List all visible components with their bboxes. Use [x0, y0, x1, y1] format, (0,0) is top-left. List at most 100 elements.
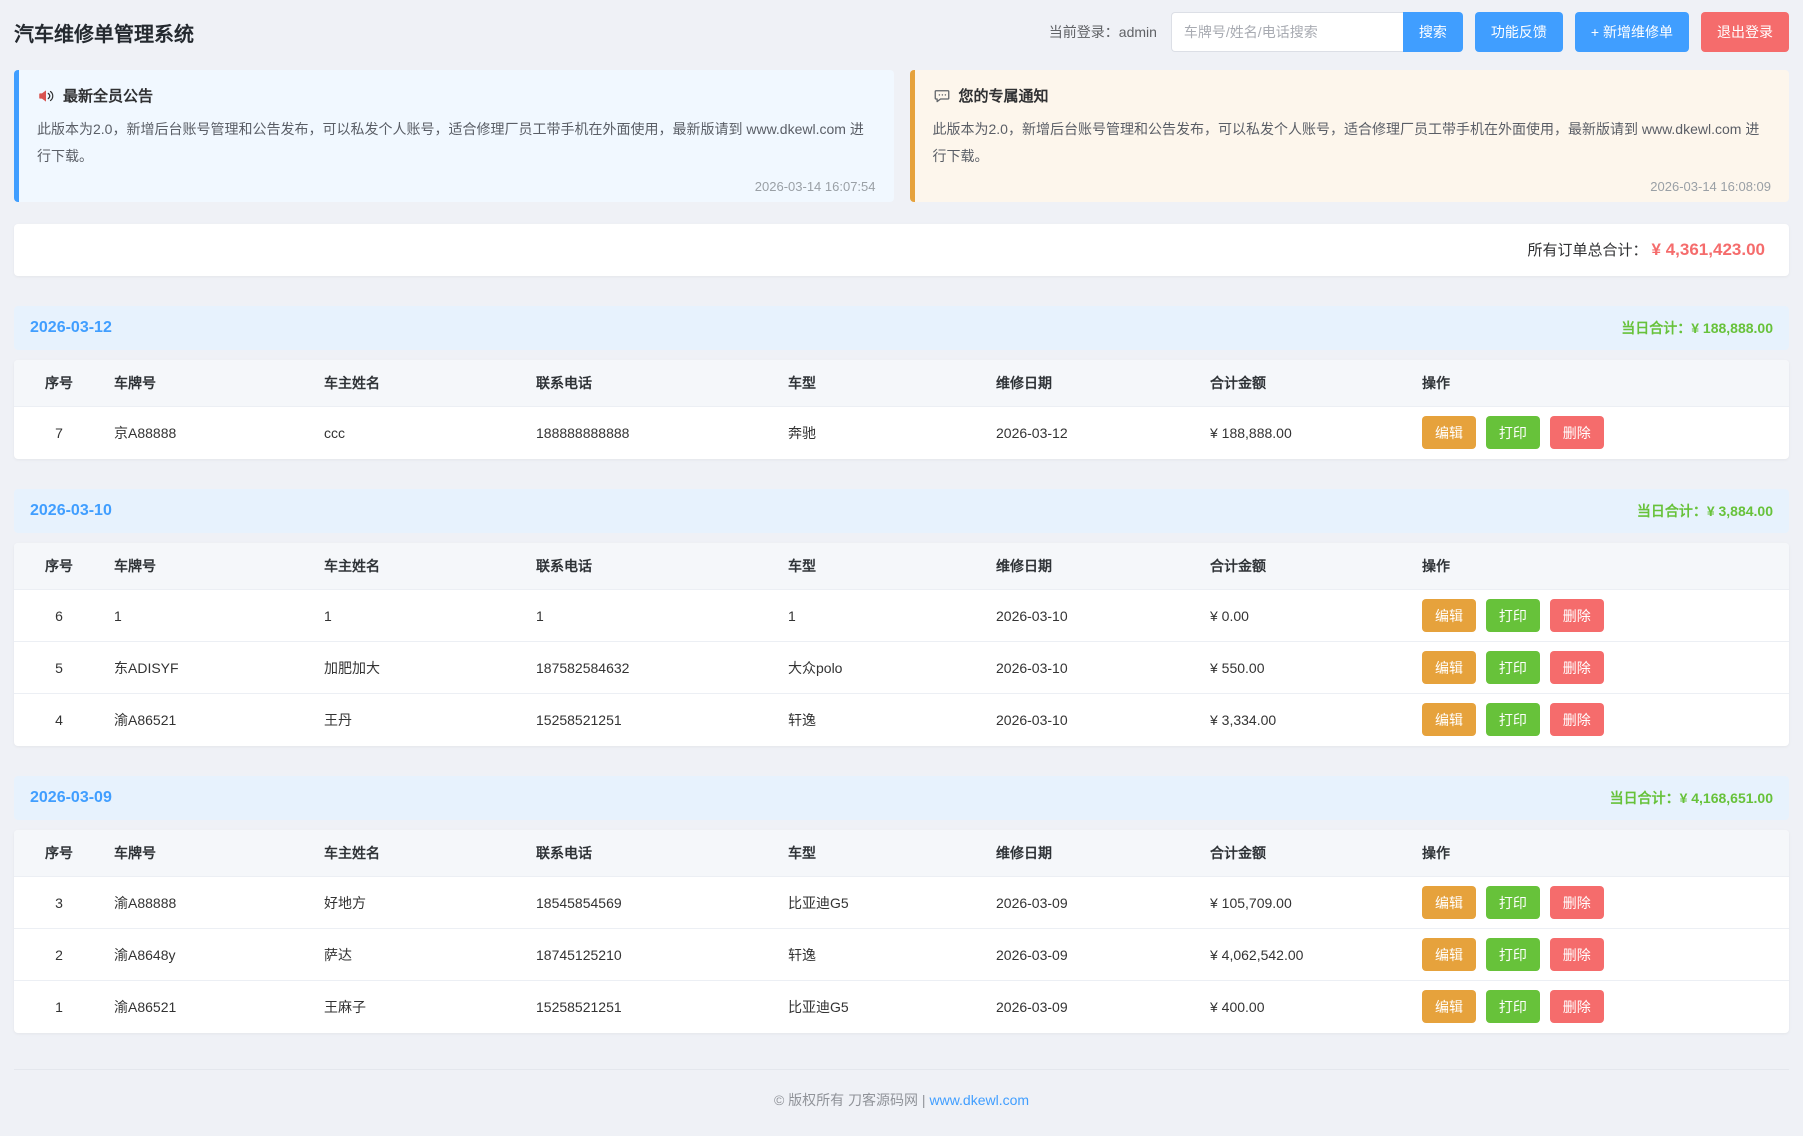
day-header: 2026-03-09 当日合计：¥ 4,168,651.00: [14, 776, 1789, 820]
day-date: 2026-03-10: [30, 502, 112, 520]
order-row: 3 渝A88888 好地方 18545854569 比亚迪G5 2026-03-…: [14, 877, 1789, 929]
search-button[interactable]: 搜索: [1403, 12, 1463, 52]
delete-button[interactable]: 删除: [1550, 886, 1604, 919]
page: 汽车维修单管理系统 当前登录：admin 搜索 功能反馈 + 新增维修单 退出登…: [0, 0, 1803, 1136]
notice-cards: 最新全员公告 此版本为2.0，新增后台账号管理和公告发布，可以私发个人账号，适合…: [14, 70, 1789, 202]
edit-button[interactable]: 编辑: [1422, 886, 1476, 919]
order-row: 7 京A88888 ccc 188888888888 奔驰 2026-03-12…: [14, 407, 1789, 459]
footer-divider: |: [918, 1092, 929, 1108]
delete-button[interactable]: 删除: [1550, 651, 1604, 684]
notice-card-personal: 您的专属通知 此版本为2.0，新增后台账号管理和公告发布，可以私发个人账号，适合…: [910, 70, 1790, 202]
logout-button[interactable]: 退出登录: [1701, 12, 1789, 52]
edit-button[interactable]: 编辑: [1422, 938, 1476, 971]
search-input[interactable]: [1171, 12, 1403, 52]
print-button[interactable]: 打印: [1486, 938, 1540, 971]
cell-amount: ¥ 550.00: [1200, 642, 1412, 694]
day-total-amount: ¥ 4,168,651.00: [1680, 790, 1773, 806]
speech-bubble-icon: [933, 87, 951, 105]
order-row: 2 渝A8648y 萨达 18745125210 轩逸 2026-03-09 ¥…: [14, 929, 1789, 981]
orders-table: 序号 车牌号 车主姓名 联系电话 车型 维修日期 合计金额 操作 3 渝A888…: [14, 830, 1789, 1033]
cell-owner: 好地方: [314, 877, 526, 929]
notice-card-announcement: 最新全员公告 此版本为2.0，新增后台账号管理和公告发布，可以私发个人账号，适合…: [14, 70, 894, 202]
cell-amount: ¥ 400.00: [1200, 981, 1412, 1033]
col-header-actions: 操作: [1412, 830, 1789, 877]
cell-plate: 渝A86521: [104, 694, 314, 746]
cell-model: 比亚迪G5: [778, 877, 986, 929]
feedback-button[interactable]: 功能反馈: [1475, 12, 1563, 52]
cell-phone: 15258521251: [526, 981, 778, 1033]
day-total: 当日合计：¥ 188,888.00: [1621, 318, 1773, 338]
col-header-owner: 车主姓名: [314, 830, 526, 877]
copyright-text: © 版权所有 刀客源码网: [774, 1092, 918, 1108]
cell-owner: ccc: [314, 407, 526, 459]
col-header-date: 维修日期: [986, 360, 1200, 407]
search-group: 搜索: [1171, 12, 1463, 52]
print-button[interactable]: 打印: [1486, 886, 1540, 919]
cell-no: 5: [14, 642, 104, 694]
edit-button[interactable]: 编辑: [1422, 703, 1476, 736]
orders-table-card: 序号 车牌号 车主姓名 联系电话 车型 维修日期 合计金额 操作 7 京A888…: [14, 360, 1789, 459]
print-button[interactable]: 打印: [1486, 599, 1540, 632]
col-header-model: 车型: [778, 543, 986, 590]
edit-button[interactable]: 编辑: [1422, 416, 1476, 449]
cell-date: 2026-03-09: [986, 877, 1200, 929]
table-header-row: 序号 车牌号 车主姓名 联系电话 车型 维修日期 合计金额 操作: [14, 543, 1789, 590]
col-header-phone: 联系电话: [526, 830, 778, 877]
delete-button[interactable]: 删除: [1550, 599, 1604, 632]
day-date: 2026-03-12: [30, 319, 112, 337]
cell-phone: 1: [526, 590, 778, 642]
cell-actions: 编辑 打印 删除: [1412, 694, 1789, 746]
cell-no: 7: [14, 407, 104, 459]
cell-model: 轩逸: [778, 929, 986, 981]
cell-plate: 1: [104, 590, 314, 642]
col-header-actions: 操作: [1412, 543, 1789, 590]
print-button[interactable]: 打印: [1486, 651, 1540, 684]
cell-actions: 编辑 打印 删除: [1412, 929, 1789, 981]
orders-table-card: 序号 车牌号 车主姓名 联系电话 车型 维修日期 合计金额 操作 6 1 1: [14, 543, 1789, 746]
cell-date: 2026-03-09: [986, 929, 1200, 981]
edit-button[interactable]: 编辑: [1422, 599, 1476, 632]
cell-owner: 王丹: [314, 694, 526, 746]
print-button[interactable]: 打印: [1486, 990, 1540, 1023]
day-total: 当日合计：¥ 3,884.00: [1637, 501, 1773, 521]
col-header-plate: 车牌号: [104, 360, 314, 407]
login-info: 当前登录：admin: [1049, 22, 1157, 42]
day-header: 2026-03-12 当日合计：¥ 188,888.00: [14, 306, 1789, 350]
delete-button[interactable]: 删除: [1550, 703, 1604, 736]
cell-no: 4: [14, 694, 104, 746]
order-row: 6 1 1 1 1 2026-03-10 ¥ 0.00 编辑 打印 删除: [14, 590, 1789, 642]
col-header-no: 序号: [14, 830, 104, 877]
cell-model: 轩逸: [778, 694, 986, 746]
delete-button[interactable]: 删除: [1550, 990, 1604, 1023]
cell-date: 2026-03-10: [986, 642, 1200, 694]
notice-title-row: 您的专属通知: [933, 85, 1772, 106]
delete-button[interactable]: 删除: [1550, 416, 1604, 449]
cell-owner: 王麻子: [314, 981, 526, 1033]
cell-model: 大众polo: [778, 642, 986, 694]
cell-date: 2026-03-10: [986, 590, 1200, 642]
col-header-date: 维修日期: [986, 543, 1200, 590]
cell-amount: ¥ 188,888.00: [1200, 407, 1412, 459]
day-section-2026-03-12: 2026-03-12 当日合计：¥ 188,888.00 序号 车牌号 车主姓名…: [14, 306, 1789, 459]
grand-total-label: 所有订单总合计：: [1528, 239, 1648, 260]
cell-actions: 编辑 打印 删除: [1412, 877, 1789, 929]
cell-model: 比亚迪G5: [778, 981, 986, 1033]
day-total-amount: ¥ 188,888.00: [1691, 320, 1773, 336]
footer-link[interactable]: www.dkewl.com: [929, 1092, 1029, 1108]
day-total-label: 当日合计：: [1637, 503, 1707, 519]
cell-phone: 188888888888: [526, 407, 778, 459]
edit-button[interactable]: 编辑: [1422, 651, 1476, 684]
cell-date: 2026-03-12: [986, 407, 1200, 459]
col-header-plate: 车牌号: [104, 830, 314, 877]
cell-amount: ¥ 3,334.00: [1200, 694, 1412, 746]
col-header-model: 车型: [778, 360, 986, 407]
day-total-label: 当日合计：: [1621, 320, 1691, 336]
delete-button[interactable]: 删除: [1550, 938, 1604, 971]
page-title: 汽车维修单管理系统: [14, 18, 194, 47]
day-date: 2026-03-09: [30, 789, 112, 807]
print-button[interactable]: 打印: [1486, 703, 1540, 736]
add-order-button[interactable]: + 新增维修单: [1575, 12, 1689, 52]
edit-button[interactable]: 编辑: [1422, 990, 1476, 1023]
cell-no: 3: [14, 877, 104, 929]
print-button[interactable]: 打印: [1486, 416, 1540, 449]
